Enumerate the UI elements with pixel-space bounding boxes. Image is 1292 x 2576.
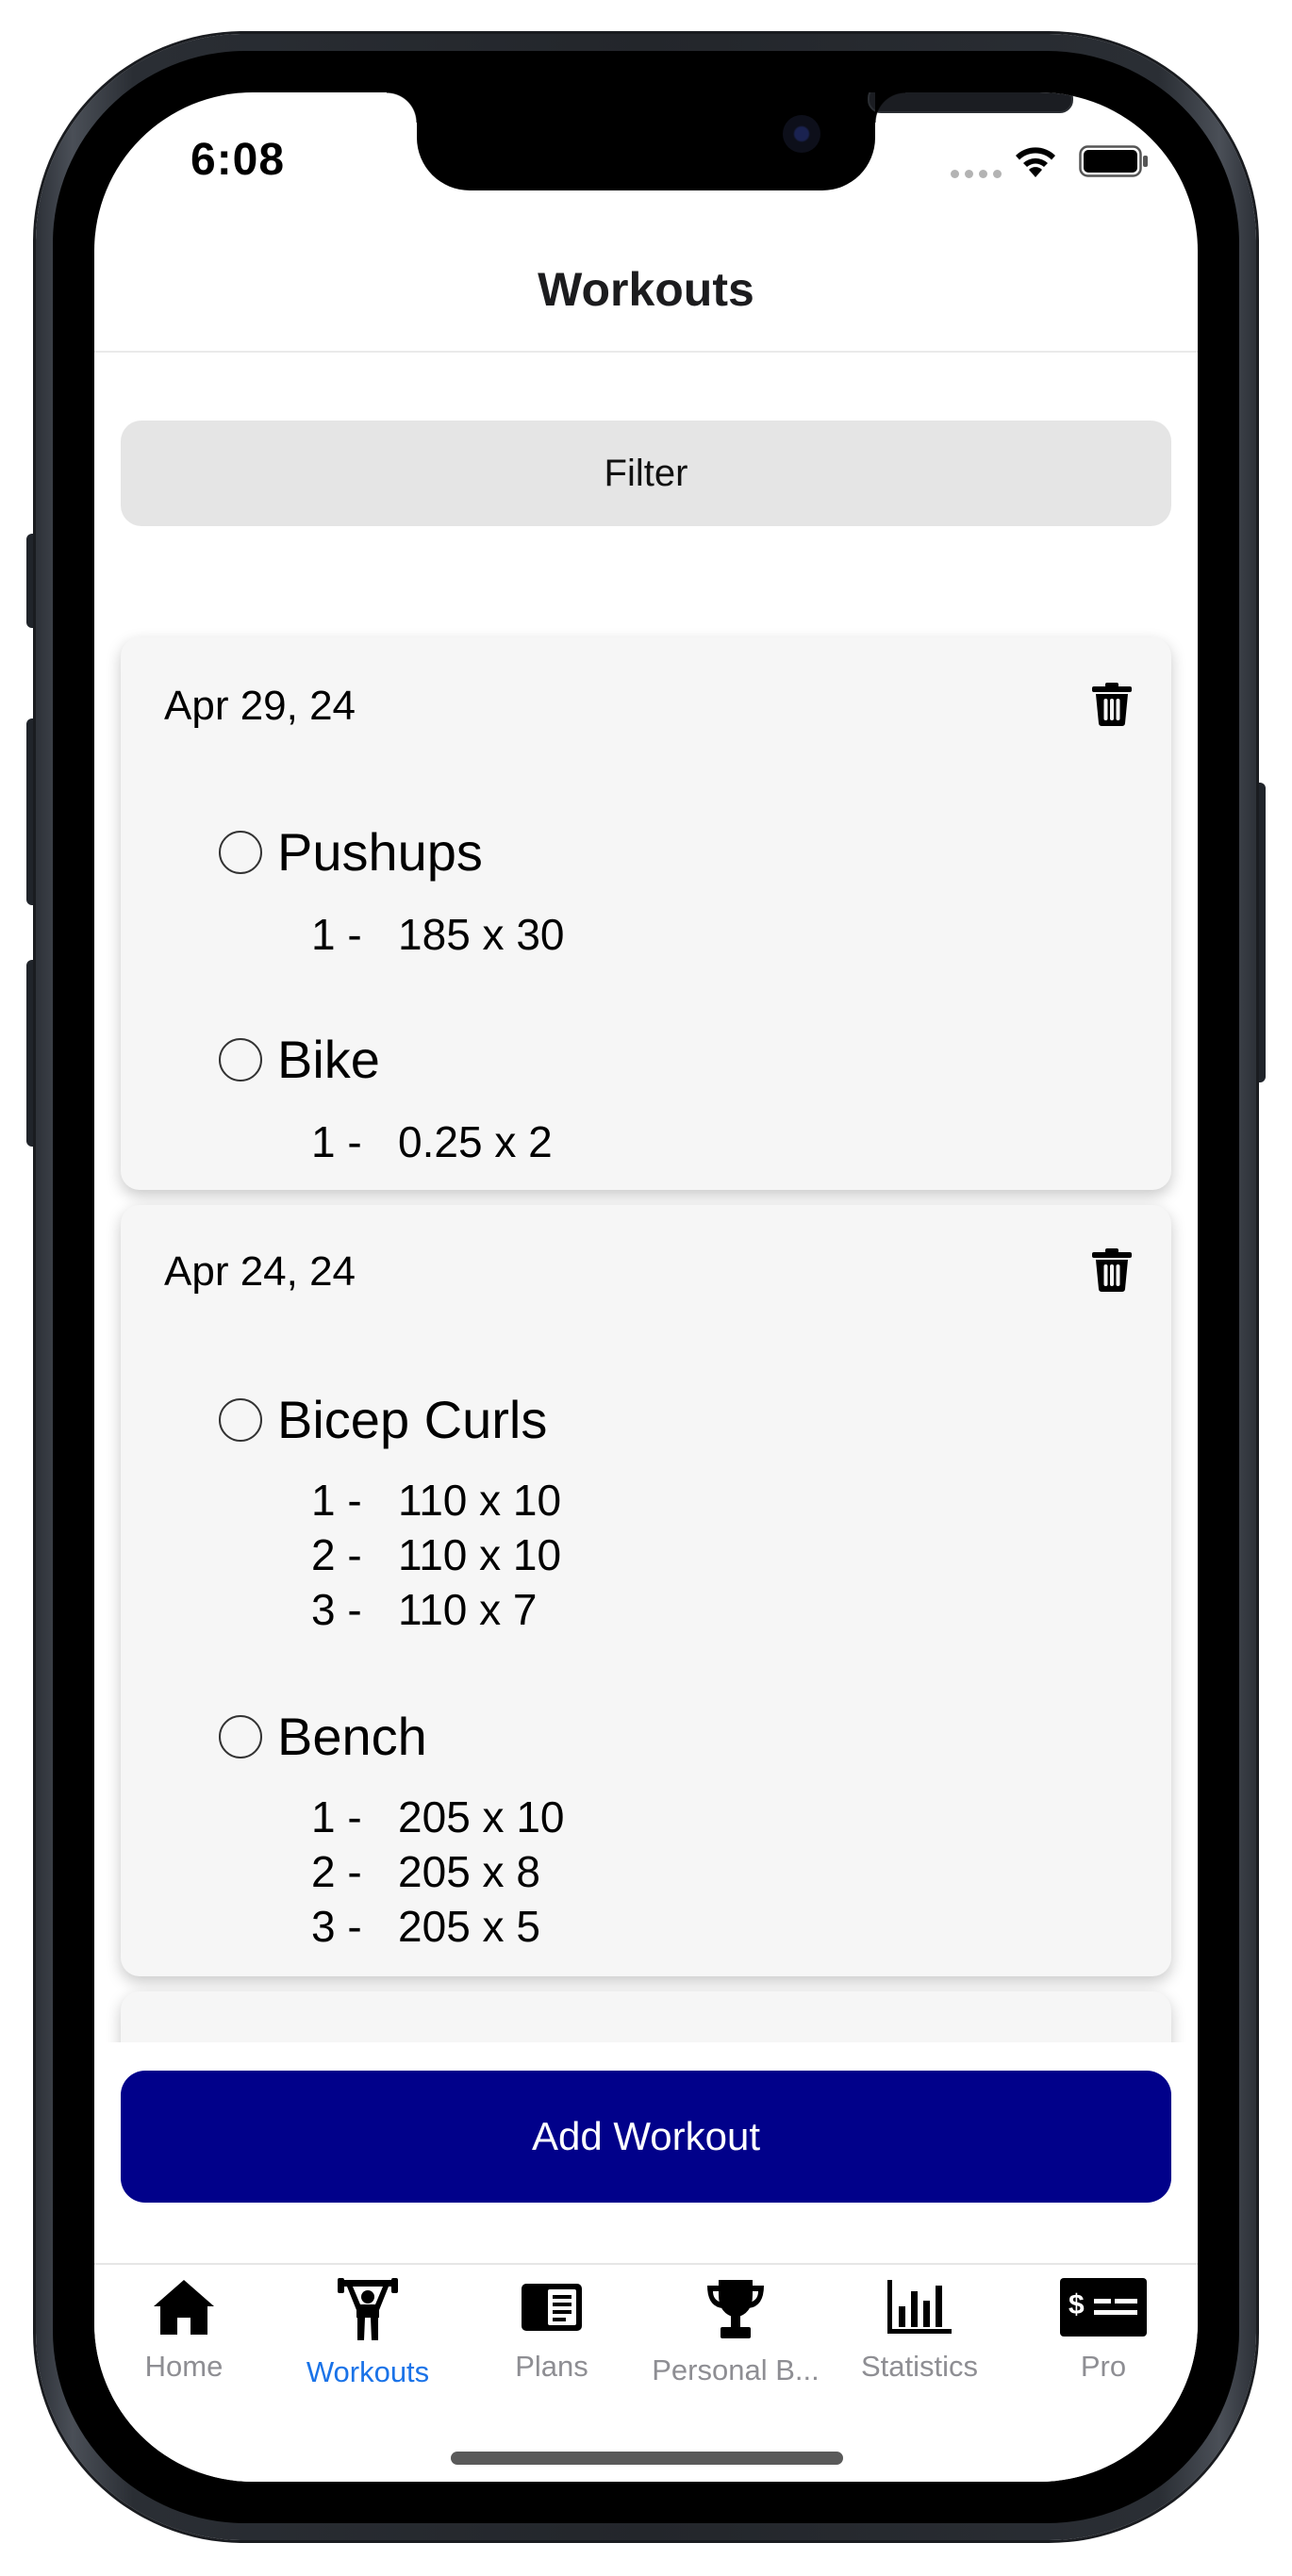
tab-statistics[interactable]: Statistics [827, 2278, 1012, 2419]
exercise-checkbox[interactable] [219, 1398, 262, 1442]
front-camera [783, 115, 820, 153]
set-row: 2 - 205 x 8 [311, 1847, 540, 1896]
add-workout-button[interactable]: Add Workout [121, 2071, 1171, 2203]
battery-icon [1079, 145, 1148, 177]
wifi-icon [1016, 147, 1055, 177]
tab-label: Home [144, 2350, 224, 2383]
page-title: Workouts [538, 263, 754, 316]
tab-label: Pro [1080, 2350, 1127, 2383]
cellular-signal-icon [951, 170, 1002, 178]
tab-workouts[interactable]: Workouts [275, 2278, 460, 2419]
earpiece-speaker [868, 92, 1073, 113]
tab-personal-bests[interactable]: Personal B... [643, 2278, 828, 2419]
house-icon [154, 2280, 214, 2335]
exercise-checkbox[interactable] [219, 1715, 262, 1759]
filter-button[interactable]: Filter [121, 421, 1171, 526]
exercise-checkbox[interactable] [219, 831, 262, 874]
exercise-name: Bench [277, 1707, 427, 1766]
tab-label: Statistics [860, 2350, 979, 2383]
set-row: 2 - 110 x 10 [311, 1530, 562, 1579]
exercise-item[interactable]: Bench [219, 1707, 427, 1767]
set-row: 3 - 110 x 7 [311, 1585, 538, 1634]
status-time: 6:08 [190, 135, 286, 185]
workout-card[interactable]: Apr 24, 24 Bicep Curls 1 - 110 x 10 2 - … [121, 1205, 1171, 1976]
set-row: 3 - 205 x 5 [311, 1902, 540, 1951]
tab-label: Personal B... [652, 2353, 820, 2386]
workout-date: Apr 24, 24 [164, 1248, 356, 1295]
home-indicator[interactable] [451, 2452, 843, 2465]
tab-label: Workouts [306, 2355, 430, 2388]
workout-date: Apr 29, 24 [164, 683, 356, 729]
exercise-checkbox[interactable] [219, 1038, 262, 1082]
set-row: 1 - 110 x 10 [311, 1476, 562, 1525]
exercise-item[interactable]: Pushups [219, 822, 483, 883]
notch [387, 92, 1073, 190]
money-bill-icon: $ [1060, 2278, 1147, 2337]
tab-plans[interactable]: Plans [459, 2278, 644, 2419]
header-divider [94, 351, 1198, 353]
tab-pro[interactable]: $ Pro [1011, 2278, 1196, 2419]
exercise-item[interactable]: Bicep Curls [219, 1390, 547, 1450]
exercise-name: Bicep Curls [277, 1390, 548, 1449]
bar-chart-icon [887, 2280, 952, 2334]
set-row: 1 - 185 x 30 [311, 910, 565, 959]
exercise-item[interactable]: Bike [219, 1030, 380, 1090]
workout-card[interactable]: Apr 29, 24 Pushups 1 - 185 x 30 Bike 1 -… [121, 637, 1171, 1190]
trash-icon[interactable] [1092, 1248, 1132, 1292]
trash-icon[interactable] [1092, 683, 1132, 726]
tab-home[interactable]: Home [94, 2278, 276, 2419]
weightlifter-icon [338, 2278, 398, 2340]
exercise-name: Pushups [277, 822, 483, 882]
set-row: 1 - 205 x 10 [311, 1792, 565, 1841]
notebook-icon [522, 2284, 582, 2331]
svg-text:$: $ [1068, 2289, 1085, 2320]
phone-screen: 6:08 Workouts Filter Apr 29, 24 Pushups [94, 92, 1198, 2482]
tab-label: Plans [515, 2350, 588, 2383]
set-row: 1 - 0.25 x 2 [311, 1117, 553, 1166]
trophy-icon [707, 2280, 764, 2338]
exercise-name: Bike [277, 1030, 380, 1089]
tab-bar-divider [94, 2263, 1198, 2265]
